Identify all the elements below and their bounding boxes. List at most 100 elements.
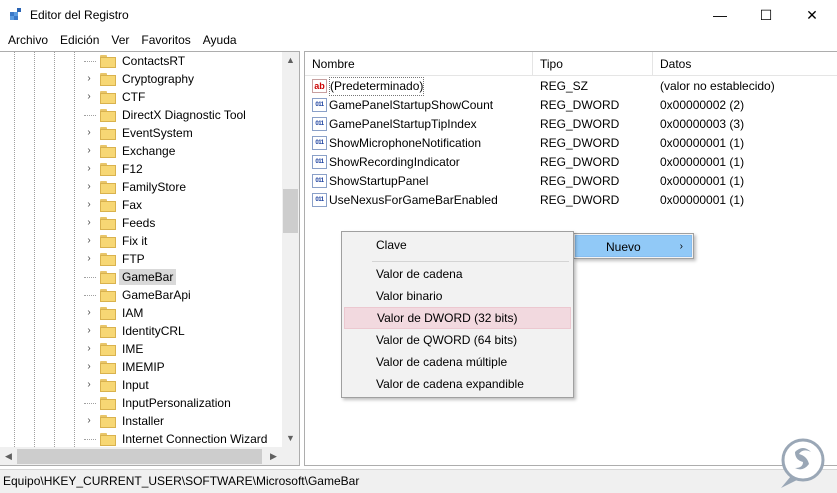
tree-item[interactable]: Internet Connection Wizard <box>0 430 282 448</box>
value-row[interactable]: 011 GamePanelStartupTipIndex REG_DWORD 0x00… <box>305 115 837 134</box>
scroll-right-icon[interactable]: ▶ <box>265 447 282 465</box>
tree-item[interactable]: › Fix it <box>0 232 282 250</box>
binary-value-icon: 011 <box>312 136 327 150</box>
chevron-right-icon[interactable]: › <box>84 199 94 211</box>
tree-item[interactable]: › IAM <box>0 304 282 322</box>
tree-item-label: IMEMIP <box>122 360 165 374</box>
chevron-right-icon[interactable]: › <box>84 325 94 337</box>
chevron-right-icon[interactable]: › <box>84 361 94 373</box>
submenu-item[interactable]: Valor de cadena expandible <box>344 373 571 395</box>
minimize-button[interactable]: — <box>697 0 743 30</box>
tree-item-label: GameBarApi <box>122 288 191 302</box>
chevron-right-icon[interactable]: › <box>84 91 94 103</box>
folder-icon <box>100 433 116 446</box>
binary-value-icon: 011 <box>312 155 327 169</box>
tree-item[interactable]: › Installer <box>0 412 282 430</box>
submenu-item[interactable]: Valor de QWORD (64 bits) <box>344 329 571 351</box>
context-menu: Nuevo › <box>573 233 694 259</box>
chevron-right-icon[interactable]: › <box>84 415 94 427</box>
chevron-right-icon[interactable]: › <box>84 217 94 229</box>
chevron-right-icon[interactable]: › <box>84 73 94 85</box>
value-type: REG_DWORD <box>540 155 620 169</box>
chevron-right-icon[interactable]: › <box>84 181 94 193</box>
tree-item[interactable]: › FTP <box>0 250 282 268</box>
value-type: REG_SZ <box>540 79 589 93</box>
tree-item[interactable]: › Input <box>0 376 282 394</box>
submenu-item[interactable]: Valor binario <box>344 285 571 307</box>
scroll-up-icon[interactable]: ▲ <box>282 52 299 69</box>
value-row[interactable]: 011 UseNexusForGameBarEnabled REG_DWORD 0x0… <box>305 191 837 210</box>
value-type: REG_DWORD <box>540 98 620 112</box>
tree-item[interactable]: › Cryptography <box>0 70 282 88</box>
value-row[interactable]: 011 ShowStartupPanel REG_DWORD 0x00000001 (… <box>305 172 837 191</box>
submenu-item[interactable]: Valor de cadena <box>344 263 571 285</box>
folder-icon <box>100 73 116 86</box>
chevron-right-icon[interactable]: › <box>84 343 94 355</box>
column-header-tipo[interactable]: Tipo <box>533 52 653 76</box>
chevron-right-icon[interactable]: › <box>84 127 94 139</box>
submenu-item[interactable]: Valor de DWORD (32 bits) <box>344 307 571 329</box>
window-title: Editor del Registro <box>30 8 129 22</box>
tree-vertical-scrollbar[interactable]: ▲ ▼ <box>282 52 299 447</box>
menu-ver[interactable]: Ver <box>105 30 135 50</box>
scroll-left-icon[interactable]: ◀ <box>0 447 17 465</box>
value-row[interactable]: 011 ShowMicrophoneNotification REG_DWORD 0x… <box>305 134 837 153</box>
chevron-right-icon[interactable]: › <box>84 235 94 247</box>
tree-item[interactable]: › CTF <box>0 88 282 106</box>
tree-item[interactable]: InputPersonalization <box>0 394 282 412</box>
tree-item[interactable]: › Fax <box>0 196 282 214</box>
tree-item-label: Input <box>122 378 149 392</box>
submenu-item[interactable]: Valor de cadena múltiple <box>344 351 571 373</box>
tree-item[interactable]: › Feeds <box>0 214 282 232</box>
value-type: REG_DWORD <box>540 193 620 207</box>
chevron-right-icon[interactable]: › <box>84 379 94 391</box>
tree-item[interactable]: › FamilyStore <box>0 178 282 196</box>
chevron-right-icon[interactable]: › <box>84 163 94 175</box>
tree-item[interactable]: › IMEMIP <box>0 358 282 376</box>
maximize-button[interactable]: ☐ <box>743 0 789 30</box>
tree-item[interactable]: GameBarApi <box>0 286 282 304</box>
folder-icon <box>100 325 116 338</box>
tree-item[interactable]: GameBar <box>0 268 282 286</box>
menu-ayuda[interactable]: Ayuda <box>197 30 243 50</box>
column-header-nombre[interactable]: Nombre <box>305 52 533 76</box>
folder-icon <box>100 361 116 374</box>
menu-edicion[interactable]: Edición <box>54 30 105 50</box>
folder-icon <box>100 181 116 194</box>
tree-horizontal-scroll-thumb[interactable] <box>17 449 262 464</box>
chevron-right-icon[interactable]: › <box>84 145 94 157</box>
tree-vertical-scroll-thumb[interactable] <box>283 189 298 233</box>
chevron-right-icon[interactable]: › <box>84 253 94 265</box>
value-row[interactable]: ab (Predeterminado) REG_SZ (valor no establ… <box>305 77 837 96</box>
tree-item[interactable]: › Exchange <box>0 142 282 160</box>
tree-connector <box>84 439 96 440</box>
submenu-item-clave[interactable]: Clave <box>344 234 571 256</box>
value-data: 0x00000002 (2) <box>660 98 745 112</box>
status-path: Equipo\HKEY_CURRENT_USER\SOFTWARE\Micros… <box>3 474 360 488</box>
menu-archivo[interactable]: Archivo <box>2 30 54 50</box>
tree-horizontal-scrollbar[interactable]: ◀ ▶ <box>0 447 299 465</box>
close-icon: ✕ <box>806 6 818 23</box>
chevron-right-icon[interactable]: › <box>84 307 94 319</box>
tree-item-label: Cryptography <box>122 72 195 86</box>
tree-item[interactable]: › EventSystem <box>0 124 282 142</box>
tree-item[interactable]: › IdentityCRL <box>0 322 282 340</box>
folder-icon <box>100 109 116 122</box>
folder-icon <box>100 307 116 320</box>
tree-item-label: ContactsRT <box>122 54 186 68</box>
scroll-down-icon[interactable]: ▼ <box>282 430 299 447</box>
value-row[interactable]: 011 ShowRecordingIndicator REG_DWORD 0x0000… <box>305 153 837 172</box>
column-header-datos[interactable]: Datos <box>653 52 837 76</box>
tree-item[interactable]: › F12 <box>0 160 282 178</box>
maximize-icon: ☐ <box>759 6 773 23</box>
tree-item[interactable]: ContactsRT <box>0 52 282 70</box>
tree-item[interactable]: › IME <box>0 340 282 358</box>
value-row[interactable]: 011 GamePanelStartupShowCount REG_DWORD 0x0… <box>305 96 837 115</box>
menu-favoritos[interactable]: Favoritos <box>135 30 196 50</box>
menu-item-nuevo[interactable]: Nuevo › <box>575 235 692 257</box>
close-button[interactable]: ✕ <box>789 0 835 30</box>
tree-item[interactable]: DirectX Diagnostic Tool <box>0 106 282 124</box>
binary-value-icon: 011 <box>312 174 327 188</box>
tree-item-label: Exchange <box>122 144 176 158</box>
value-name: GamePanelStartupTipIndex <box>329 117 477 131</box>
